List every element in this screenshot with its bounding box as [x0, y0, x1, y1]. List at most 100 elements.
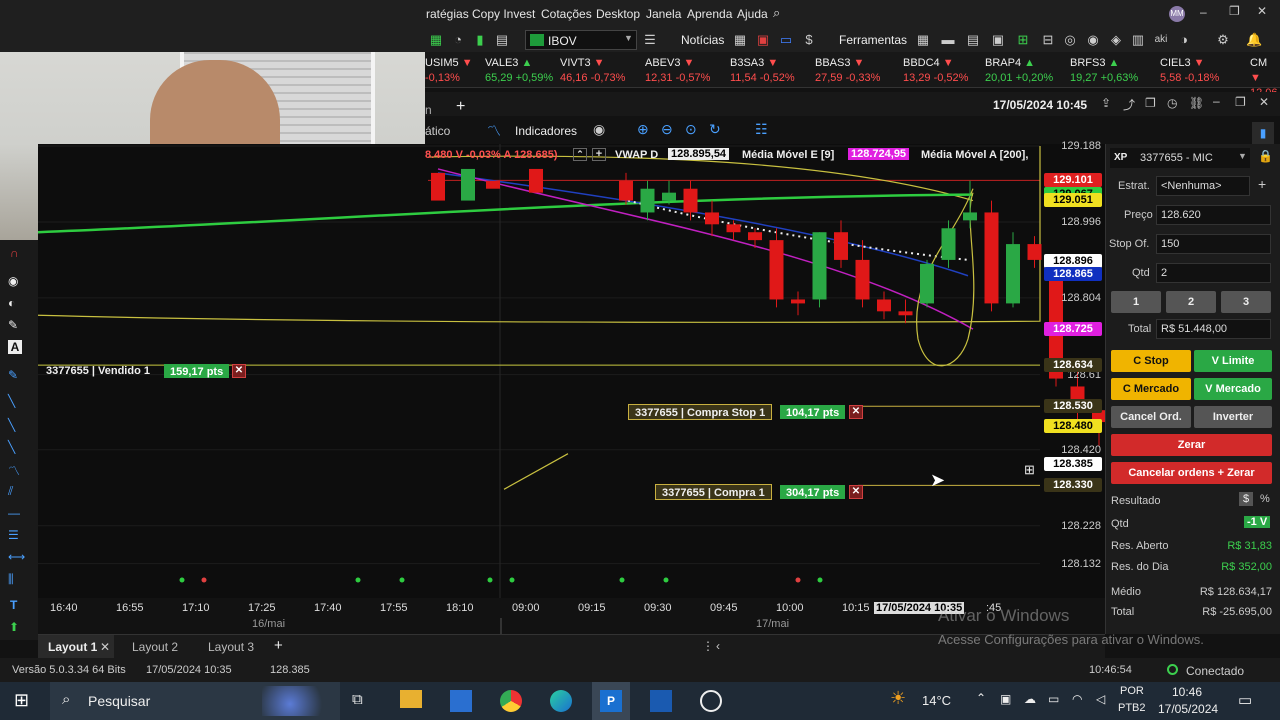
- chart-close-icon[interactable]: ✕: [1259, 95, 1269, 109]
- wifi-icon[interactable]: ◠: [1072, 692, 1082, 706]
- measure-tool-icon[interactable]: ⟷: [8, 550, 25, 564]
- cancel-order-icon[interactable]: ✕: [232, 364, 246, 378]
- menu-desktop[interactable]: Desktop: [596, 7, 640, 21]
- add-indicator-icon[interactable]: +: [592, 148, 606, 161]
- text-style-icon[interactable]: A: [8, 340, 22, 354]
- line-tool-1-icon[interactable]: ╲: [8, 394, 15, 408]
- qtd-input[interactable]: 2: [1156, 263, 1271, 283]
- qty-1-button[interactable]: 1: [1111, 291, 1161, 313]
- arrow-up-icon[interactable]: ⬆: [9, 620, 19, 634]
- panel-toggle-icon[interactable]: ▮: [1252, 122, 1274, 144]
- cancel-order-icon[interactable]: ✕: [849, 485, 863, 499]
- outlook-icon[interactable]: [650, 690, 672, 712]
- clock-date[interactable]: 17/05/2024: [1158, 702, 1218, 716]
- menu-janela[interactable]: Janela: [646, 7, 681, 21]
- order-compra[interactable]: 3377655 | Compra 1 304,17 pts ✕: [655, 484, 870, 500]
- aki-icon[interactable]: aki: [1153, 32, 1169, 48]
- preco-input[interactable]: 128.620: [1156, 205, 1271, 225]
- qty-2-button[interactable]: 2: [1166, 291, 1216, 313]
- magnet-icon[interactable]: ∩: [10, 246, 19, 260]
- symbol-select[interactable]: IBOV ▼: [525, 30, 637, 50]
- crosshair-icon[interactable]: ⊞: [1024, 462, 1035, 478]
- volume-tool-icon[interactable]: ⫼: [8, 572, 14, 587]
- chart-minimize-icon[interactable]: –: [1213, 94, 1220, 108]
- tool-icon-6[interactable]: ⊟: [1040, 32, 1056, 48]
- edge-icon[interactable]: [550, 690, 572, 712]
- c-mercado-button[interactable]: C Mercado: [1111, 378, 1191, 400]
- store-icon[interactable]: [450, 690, 472, 712]
- export-icon[interactable]: ⇪: [1101, 96, 1111, 110]
- calculator-icon[interactable]: ▦: [732, 32, 748, 48]
- tools-button[interactable]: Ferramentas: [839, 33, 907, 47]
- tool-icon-11[interactable]: ◑: [1176, 32, 1192, 48]
- lang-1[interactable]: POR: [1120, 685, 1144, 697]
- close-icon[interactable]: ✕: [1257, 4, 1267, 18]
- clock-time[interactable]: 10:46: [1172, 685, 1202, 699]
- chrome-icon[interactable]: [500, 690, 522, 712]
- weather-icon[interactable]: ☀: [890, 688, 906, 709]
- file-explorer-icon[interactable]: [400, 690, 422, 708]
- zoom-out-icon[interactable]: ⊖: [661, 121, 673, 138]
- taskbar-search[interactable]: ⌕ Pesquisar: [50, 682, 340, 720]
- zerar-button[interactable]: Zerar: [1111, 434, 1272, 456]
- line-tool-2-icon[interactable]: ╲: [8, 418, 15, 432]
- tab-layout-3[interactable]: Layout 3: [208, 640, 254, 654]
- price-chart[interactable]: [38, 144, 1105, 614]
- trend-tool-icon[interactable]: 〽: [8, 462, 20, 479]
- grid-icon[interactable]: ▦: [428, 32, 444, 48]
- account-select[interactable]: XP 3377655 - MIC ▼: [1110, 148, 1250, 168]
- ticker-item[interactable]: BRAP4 ▲ 20,01 +0,20%: [985, 56, 1053, 86]
- ticker-item[interactable]: ABEV3 ▼ 12,31 -0,57%: [645, 56, 710, 86]
- tab-layout-1[interactable]: Layout 1 ✕: [38, 635, 114, 658]
- tab-layout-2[interactable]: Layout 2: [132, 640, 178, 654]
- gear-icon[interactable]: ⚙: [1215, 32, 1231, 48]
- dollar-icon[interactable]: $: [801, 32, 817, 48]
- cancel-order-icon[interactable]: ✕: [849, 405, 863, 419]
- maximize-icon[interactable]: ❐: [1229, 4, 1240, 18]
- fib-tool-icon[interactable]: ☰: [8, 528, 19, 542]
- text-tool-icon[interactable]: T: [10, 598, 17, 612]
- tool-icon-4[interactable]: ▣: [990, 32, 1006, 48]
- hline-tool-icon[interactable]: —: [8, 506, 20, 520]
- menu-aprenda[interactable]: Aprenda: [687, 7, 732, 21]
- palette-icon[interactable]: ◐: [8, 296, 15, 310]
- search-icon[interactable]: ⌕: [773, 5, 780, 21]
- menu-ajuda[interactable]: Ajuda: [737, 7, 768, 21]
- windows-start-icon[interactable]: ⊞: [14, 690, 29, 711]
- pie-icon[interactable]: ◔: [450, 32, 466, 48]
- tray-chevron-icon[interactable]: ⌃: [976, 691, 986, 705]
- tool-icon-2[interactable]: ▬: [940, 32, 956, 48]
- ticker-item[interactable]: BBDC4 ▼ 13,29 -0,52%: [903, 56, 968, 86]
- close-tab-icon[interactable]: ✕: [100, 640, 110, 654]
- volume-icon[interactable]: ◁: [1096, 692, 1105, 706]
- news-button[interactable]: Notícias: [681, 33, 724, 47]
- reset-icon[interactable]: ↻: [709, 121, 721, 138]
- calendar-icon[interactable]: ▣: [755, 32, 771, 48]
- channel-tool-icon[interactable]: ⫽: [8, 484, 13, 499]
- ticker-item[interactable]: BBAS3 ▼ 27,59 -0,33%: [815, 56, 880, 86]
- tool-icon-10[interactable]: ▥: [1130, 32, 1146, 48]
- zoom-fit-icon[interactable]: ⊙: [685, 121, 697, 138]
- chart-maximize-icon[interactable]: ❐: [1235, 95, 1246, 109]
- add-tab-icon[interactable]: +: [456, 98, 465, 116]
- more-icon[interactable]: ⋮: [702, 639, 714, 653]
- ticker-item[interactable]: CIEL3 ▼ 5,58 -0,18%: [1160, 56, 1219, 86]
- share-icon[interactable]: ⤴: [1123, 96, 1135, 113]
- v-mercado-button[interactable]: V Mercado: [1194, 378, 1272, 400]
- tray-icon-2[interactable]: ▭: [1048, 692, 1059, 706]
- c-stop-button[interactable]: C Stop: [1111, 350, 1191, 372]
- menu-cotacoes[interactable]: Cotações: [541, 7, 592, 21]
- cancelar-zerar-button[interactable]: Cancelar ordens + Zerar: [1111, 462, 1272, 484]
- brush-icon[interactable]: ✎: [8, 318, 18, 332]
- tool-icon-5[interactable]: ⊞: [1015, 32, 1031, 48]
- tool-icon-9[interactable]: ◈: [1108, 32, 1124, 48]
- tray-icon-1[interactable]: ▣: [1000, 692, 1011, 706]
- eye-icon[interactable]: ◉: [593, 121, 605, 138]
- tab-fragment[interactable]: n: [425, 103, 432, 117]
- tool-icon-7[interactable]: ◎: [1062, 32, 1078, 48]
- total-input[interactable]: R$ 51.448,00: [1156, 319, 1271, 339]
- cloud-icon[interactable]: ☁: [1024, 692, 1036, 706]
- indicators-icon[interactable]: 〽: [487, 121, 501, 141]
- collapse-icon[interactable]: ⌃: [573, 148, 587, 161]
- notifications-icon[interactable]: ▭: [1238, 691, 1252, 709]
